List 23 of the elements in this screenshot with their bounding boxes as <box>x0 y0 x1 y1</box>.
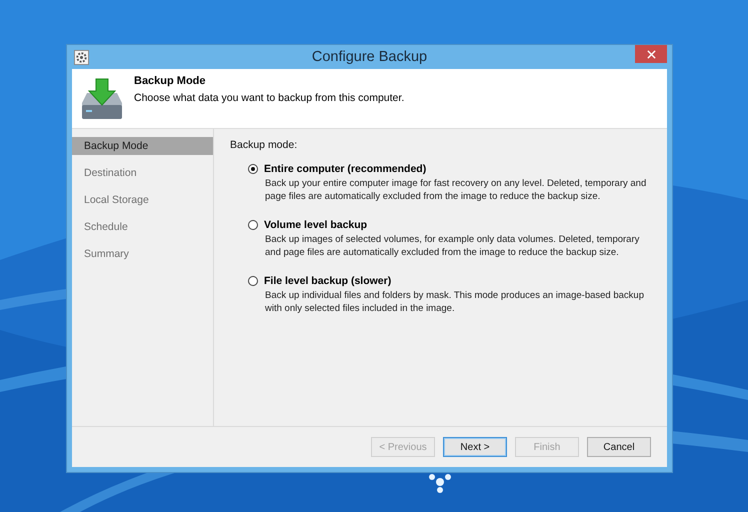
page-title: Backup Mode <box>134 75 207 87</box>
close-button[interactable] <box>635 45 667 63</box>
radio-option[interactable]: File level backup (slower) <box>248 275 667 287</box>
radio-button[interactable] <box>248 220 258 230</box>
sidebar-item[interactable]: Local Storage <box>72 191 213 209</box>
option-description: Back up images of selected volumes, for example only data volumes. Deleted, temporary and page files are automatically excluded from the image to reduce the backup size. <box>265 234 640 259</box>
radio-button[interactable] <box>248 164 258 174</box>
sidebar-item[interactable]: Destination <box>72 164 213 182</box>
close-icon <box>646 50 656 58</box>
radio-option[interactable]: Volume level backup <box>248 219 667 231</box>
sidebar-item[interactable]: Summary <box>72 245 213 263</box>
option-description: Back up individual files and folders by mask. This mode produces an image-based backup with only selected files included in the image. <box>265 290 645 315</box>
wizard-button[interactable]: Cancel <box>587 437 651 457</box>
page-subtitle: Choose what data you want to backup from this computer. <box>134 92 404 104</box>
wizard-button[interactable]: Next > <box>443 437 507 457</box>
option-description: Back up your entire computer image for fast recovery on any level. Deleted, temporary and page files are automatically excluded from the image to reduce the backup size. <box>265 178 648 203</box>
section-label: Backup mode: <box>230 139 298 151</box>
radio-option[interactable]: Entire computer (recommended) <box>248 163 667 175</box>
sidebar-item[interactable]: Backup Mode <box>72 137 213 155</box>
window-title: Configure Backup <box>310 49 428 65</box>
gear-icon[interactable] <box>74 50 89 64</box>
radio-button[interactable] <box>248 276 258 286</box>
sidebar-item[interactable]: Schedule <box>72 218 213 236</box>
